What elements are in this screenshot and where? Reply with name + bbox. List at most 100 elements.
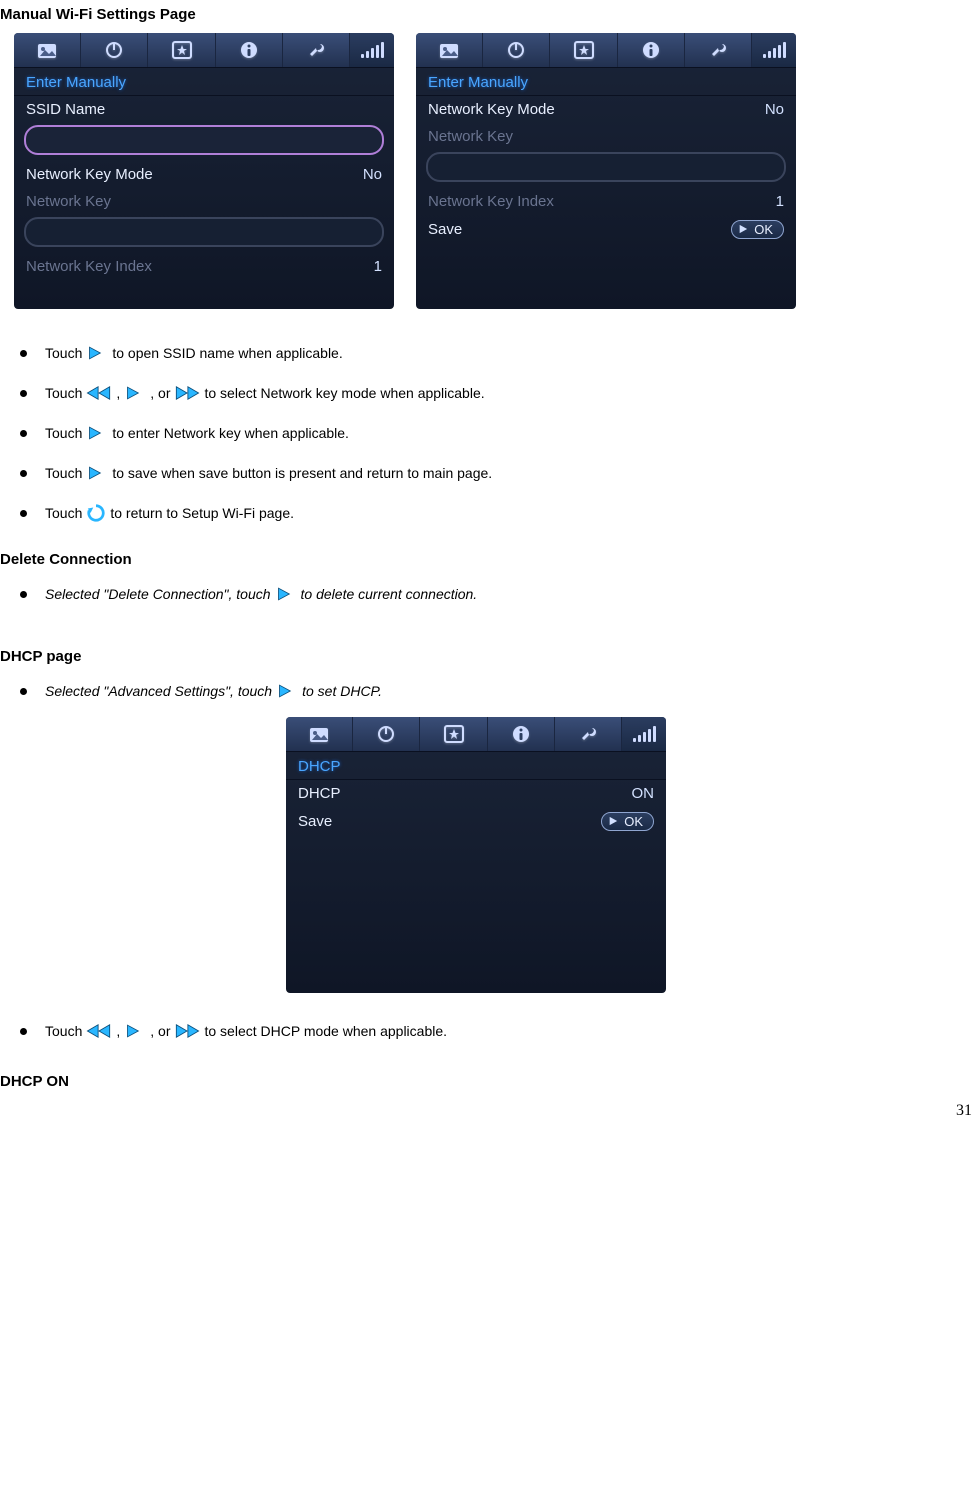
network-key-input (24, 217, 384, 247)
play-icon (86, 424, 108, 442)
list-item: Touch to open SSID name when applicable. (20, 339, 952, 367)
wrench-tool-icon[interactable] (685, 33, 752, 67)
device-screen-1: Enter Manually SSID Name Network Key Mod… (14, 33, 394, 309)
text: to enter Network key when applicable. (112, 419, 349, 447)
dhcp-value: ON (632, 785, 655, 802)
fast-forward-icon (174, 385, 200, 401)
star-tool-icon[interactable] (420, 717, 487, 751)
signal-tool-icon[interactable] (622, 717, 666, 751)
screenshots-row: Enter Manually SSID Name Network Key Mod… (14, 33, 952, 309)
list-item: Touch , , or to select DHCP mode when ap… (20, 1017, 952, 1045)
text: Selected "Delete Connection", touch (45, 580, 271, 608)
ok-label: OK (754, 222, 773, 237)
key-mode-value: No (765, 101, 784, 118)
text: to save when save button is present and … (112, 459, 492, 487)
power-tool-icon[interactable] (483, 33, 550, 67)
bullet-list-3: Selected "Advanced Settings", touch to s… (0, 677, 952, 705)
key-index-row: Network Key Index 1 (416, 188, 796, 215)
bullet-icon (20, 390, 27, 397)
screen-title: Enter Manually (416, 68, 796, 96)
play-icon (86, 344, 108, 362)
bullet-list-1: Touch to open SSID name when applicable.… (0, 339, 952, 527)
heading-dhcp-page: DHCP page (0, 648, 952, 665)
save-label: Save (428, 221, 462, 238)
list-item: Touch , , or to select Network key mode … (20, 379, 952, 407)
power-tool-icon[interactable] (353, 717, 420, 751)
play-icon (124, 1022, 146, 1040)
dhcp-label: DHCP (298, 785, 341, 802)
text: to open SSID name when applicable. (112, 339, 342, 367)
screen-title: DHCP (286, 752, 666, 780)
bullet-icon (20, 1028, 27, 1035)
play-icon (124, 384, 146, 402)
key-index-row: Network Key Index 1 (14, 253, 394, 280)
signal-tool-icon[interactable] (752, 33, 796, 67)
heading-delete-connection: Delete Connection (0, 551, 952, 568)
bullet-list-2: Selected "Delete Connection", touch to d… (0, 580, 952, 608)
text: , (116, 379, 120, 407)
key-mode-row[interactable]: Network Key Mode No (14, 161, 394, 188)
bullet-icon (20, 591, 27, 598)
photo-tool-icon[interactable] (14, 33, 81, 67)
ssid-input[interactable] (24, 125, 384, 155)
play-icon (608, 814, 618, 829)
save-row[interactable]: Save OK (286, 807, 666, 836)
ssid-row[interactable]: SSID Name (14, 96, 394, 123)
ok-button[interactable]: OK (731, 220, 784, 239)
list-item: Selected "Delete Connection", touch to d… (20, 580, 952, 608)
text: to select DHCP mode when applicable. (204, 1017, 447, 1045)
text: to delete current connection. (301, 580, 478, 608)
network-key-label: Network Key (26, 193, 111, 210)
text: Touch (45, 459, 82, 487)
list-item: Touch to save when save button is presen… (20, 459, 952, 487)
wrench-tool-icon[interactable] (555, 717, 622, 751)
device-screen-2: Enter Manually Network Key Mode No Netwo… (416, 33, 796, 309)
wrench-tool-icon[interactable] (283, 33, 350, 67)
text: , (116, 1017, 120, 1045)
toolbar (14, 33, 394, 68)
bullet-list-4: Touch , , or to select DHCP mode when ap… (0, 1017, 952, 1045)
toolbar (286, 717, 666, 752)
key-mode-row[interactable]: Network Key Mode No (416, 96, 796, 123)
photo-tool-icon[interactable] (286, 717, 353, 751)
photo-tool-icon[interactable] (416, 33, 483, 67)
toolbar (416, 33, 796, 68)
text: Touch (45, 419, 82, 447)
dhcp-row[interactable]: DHCP ON (286, 780, 666, 807)
info-tool-icon[interactable] (216, 33, 283, 67)
key-mode-value: No (363, 166, 382, 183)
save-label: Save (298, 813, 332, 830)
ok-label: OK (624, 814, 643, 829)
info-tool-icon[interactable] (488, 717, 555, 751)
power-tool-icon[interactable] (81, 33, 148, 67)
key-mode-label: Network Key Mode (26, 166, 153, 183)
key-index-label: Network Key Index (26, 258, 152, 275)
refresh-icon (86, 503, 106, 523)
key-index-label: Network Key Index (428, 193, 554, 210)
list-item: Touch to enter Network key when applicab… (20, 419, 952, 447)
info-tool-icon[interactable] (618, 33, 685, 67)
play-icon (276, 682, 298, 700)
save-row[interactable]: Save OK (416, 215, 796, 244)
heading-manual-wifi: Manual Wi-Fi Settings Page (0, 6, 952, 23)
star-tool-icon[interactable] (148, 33, 215, 67)
text: Touch (45, 339, 82, 367)
list-item: Touch to return to Setup Wi-Fi page. (20, 499, 952, 527)
ok-button[interactable]: OK (601, 812, 654, 831)
heading-dhcp-on: DHCP ON (0, 1073, 952, 1090)
rewind-icon (86, 385, 112, 401)
bullet-icon (20, 350, 27, 357)
key-index-value: 1 (374, 258, 382, 275)
text: Touch (45, 379, 82, 407)
bullet-icon (20, 430, 27, 437)
page-number: 31 (956, 1102, 972, 1120)
bullet-icon (20, 688, 27, 695)
list-item: Selected "Advanced Settings", touch to s… (20, 677, 952, 705)
screen-title: Enter Manually (14, 68, 394, 96)
bullet-icon (20, 470, 27, 477)
text: Selected "Advanced Settings", touch (45, 677, 272, 705)
play-icon (275, 585, 297, 603)
signal-tool-icon[interactable] (350, 33, 394, 67)
key-mode-label: Network Key Mode (428, 101, 555, 118)
star-tool-icon[interactable] (550, 33, 617, 67)
